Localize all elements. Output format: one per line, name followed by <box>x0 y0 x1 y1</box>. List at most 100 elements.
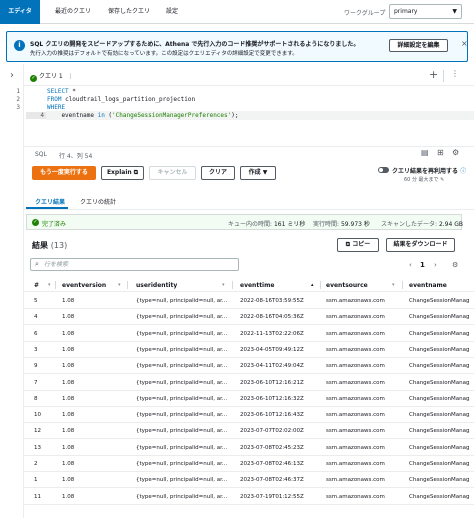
table-cell: ssm.amazonaws.com <box>326 477 385 484</box>
sort-icon[interactable]: ▾ <box>392 282 395 288</box>
tab-editor[interactable]: エディタ <box>0 0 40 24</box>
column-divider <box>127 281 128 289</box>
table-cell: 2022-11-13T02:22:06Z <box>240 330 304 337</box>
table-cell: 1.08 <box>62 379 75 386</box>
format-icon[interactable]: ▤ <box>421 148 429 157</box>
search-icon: ⌕ <box>35 260 39 268</box>
table-cell: ChangeSessionManag <box>409 330 470 337</box>
reuse-results-toggle[interactable] <box>378 167 389 173</box>
next-page-icon[interactable]: › <box>434 261 437 269</box>
table-cell: {type=null, principalid=null, ar... <box>136 412 228 419</box>
top-nav: エディタ 最近のクエリ 保存したクエリ 設定 ワークグループ primary ▼ <box>0 0 474 24</box>
table-cell: ChangeSessionManag <box>409 412 470 419</box>
table-cell: 2023-07-08T02:45:23Z <box>240 444 304 451</box>
line-number: 2 <box>16 96 20 103</box>
shortcuts-icon[interactable]: ⊞ <box>437 148 444 157</box>
table-settings-icon[interactable]: ⚙ <box>452 261 458 269</box>
workgroup-select[interactable]: primary ▼ <box>389 4 462 19</box>
tab-query-results[interactable]: クエリ結果 <box>35 197 65 206</box>
sort-icon[interactable]: ▾ <box>222 282 225 288</box>
table-cell: ChangeSessionManag <box>409 444 470 451</box>
table-row[interactable]: 12 1.08 {type=null, principalid=null, ar..… <box>24 423 474 440</box>
column-header[interactable]: eventversion <box>62 282 106 289</box>
tab-settings[interactable]: 設定 <box>162 0 182 24</box>
code-line-2: FROM cloudtrail_logs_partition_projectio… <box>47 96 196 103</box>
column-header[interactable]: # <box>34 282 39 289</box>
query-tab-more-icon[interactable]: ⋮ <box>68 73 74 80</box>
table-row[interactable]: 11 1.08 {type=null, principalid=null, ar..… <box>24 489 474 505</box>
edit-icon[interactable]: ✎ <box>440 177 444 183</box>
table-row[interactable]: 13 1.08 {type=null, principalid=null, ar..… <box>24 440 474 456</box>
table-cell: {type=null, principalid=null, ar... <box>136 461 228 467</box>
result-tabs: クエリ結果 クエリの統計 <box>24 192 474 210</box>
run-again-button[interactable]: もう一度実行する <box>32 166 96 180</box>
column-header-sorted[interactable]: eventtime <box>240 282 274 289</box>
tab-saved-queries[interactable]: 保存したクエリ <box>104 0 154 24</box>
table-row[interactable]: 1 1.08 {type=null, principalid=null, ar...… <box>24 472 474 489</box>
close-icon[interactable]: × <box>461 39 468 48</box>
table-cell: 2023-06-10T12:16:43Z <box>240 412 304 419</box>
table-row[interactable]: 9 1.08 {type=null, principalid=null, ar...… <box>24 358 474 375</box>
more-options-icon[interactable]: ⋮ <box>451 69 459 78</box>
info-icon: i <box>14 40 25 51</box>
edit-settings-button[interactable]: 詳細設定を編集 <box>389 39 448 52</box>
table-cell: 9 <box>34 363 38 370</box>
table-cell: ChangeSessionManag <box>409 346 470 353</box>
table-row[interactable]: 10 1.08 {type=null, principalid=null, ar..… <box>24 407 474 424</box>
table-cell: 2 <box>34 461 38 467</box>
column-divider <box>320 281 321 289</box>
query-tab-bar: ✓ クエリ 1 ⋮ <box>24 66 474 86</box>
status-completed: 完了済み <box>42 221 67 228</box>
chevron-right-icon[interactable]: › <box>10 70 14 81</box>
copy-button[interactable]: ⧉ コピー <box>337 238 379 252</box>
table-row[interactable]: 3 1.08 {type=null, principalid=null, ar...… <box>24 342 474 358</box>
table-cell: 2022-08-16T03:59:55Z <box>240 298 304 304</box>
table-cell: 2023-07-19T01:12:55Z <box>240 493 304 500</box>
table-row[interactable]: 7 1.08 {type=null, principalid=null, ar...… <box>24 375 474 391</box>
results-search[interactable]: ⌕ <box>30 258 239 271</box>
table-row[interactable]: 6 1.08 {type=null, principalid=null, ar...… <box>24 326 474 342</box>
line-number: 3 <box>16 104 20 111</box>
table-cell: 2023-07-08T02:46:37Z <box>240 477 304 484</box>
table-cell: 1.08 <box>62 330 75 337</box>
table-cell: {type=null, principalid=null, ar... <box>136 379 228 386</box>
column-header[interactable]: useridentity <box>136 282 177 289</box>
tab-query-stats[interactable]: クエリの統計 <box>80 197 116 206</box>
column-header[interactable]: eventsource <box>326 282 368 289</box>
explain-button[interactable]: Explain ⧉ <box>101 166 144 180</box>
table-cell: {type=null, principalid=null, ar... <box>136 298 228 304</box>
clear-button[interactable]: クリア <box>201 166 235 180</box>
info-banner: i SQL クエリの開発をスピードアップするために、Athena で先行入力のコ… <box>6 31 468 62</box>
page-number[interactable]: 1 <box>420 261 425 269</box>
download-results-button[interactable]: 結果をダウンロード <box>386 238 455 252</box>
add-query-icon[interactable]: + <box>429 68 438 81</box>
table-row[interactable]: 8 1.08 {type=null, principalid=null, ar...… <box>24 391 474 407</box>
table-cell: ssm.amazonaws.com <box>326 298 385 304</box>
table-cell: 1.08 <box>62 298 75 304</box>
sort-ascending-icon[interactable]: ▴ <box>311 282 314 288</box>
table-row[interactable]: 2 1.08 {type=null, principalid=null, ar...… <box>24 456 474 472</box>
table-header: # ▾ eventversion ▾ useridentity ▾ eventt… <box>24 278 474 292</box>
table-row[interactable]: 5 1.08 {type=null, principalid=null, ar...… <box>24 293 474 309</box>
table-cell: 1.08 <box>62 363 75 370</box>
info-link-icon[interactable]: ⓘ <box>460 168 466 175</box>
results-search-input[interactable] <box>44 260 234 269</box>
sort-icon[interactable]: ▾ <box>48 282 51 288</box>
table-cell: ssm.amazonaws.com <box>326 428 385 435</box>
table-row[interactable]: 4 1.08 {type=null, principalid=null, ar...… <box>24 309 474 326</box>
tab-recent-queries[interactable]: 最近のクエリ <box>50 0 96 24</box>
table-cell: ssm.amazonaws.com <box>326 330 385 337</box>
table-cell: {type=null, principalid=null, ar... <box>136 428 228 435</box>
column-header[interactable]: eventname <box>409 282 447 289</box>
reuse-results-sub: 60 分 最大まで ✎ <box>404 177 445 183</box>
prev-page-icon[interactable]: ‹ <box>409 261 412 269</box>
query-tab[interactable]: ✓ クエリ 1 ⋮ <box>30 71 74 82</box>
editor-status-bar: SQL 行 4、列 54 <box>24 146 474 161</box>
cancel-button[interactable]: キャンセル <box>149 166 196 180</box>
table-cell: ssm.amazonaws.com <box>326 444 385 451</box>
gear-icon[interactable]: ⚙ <box>452 148 459 157</box>
table-cell: 1.08 <box>62 346 75 353</box>
sort-icon[interactable]: ▾ <box>118 282 121 288</box>
create-button[interactable]: 作成 ▼ <box>240 166 276 180</box>
cursor-position: 行 4、列 54 <box>59 153 93 160</box>
